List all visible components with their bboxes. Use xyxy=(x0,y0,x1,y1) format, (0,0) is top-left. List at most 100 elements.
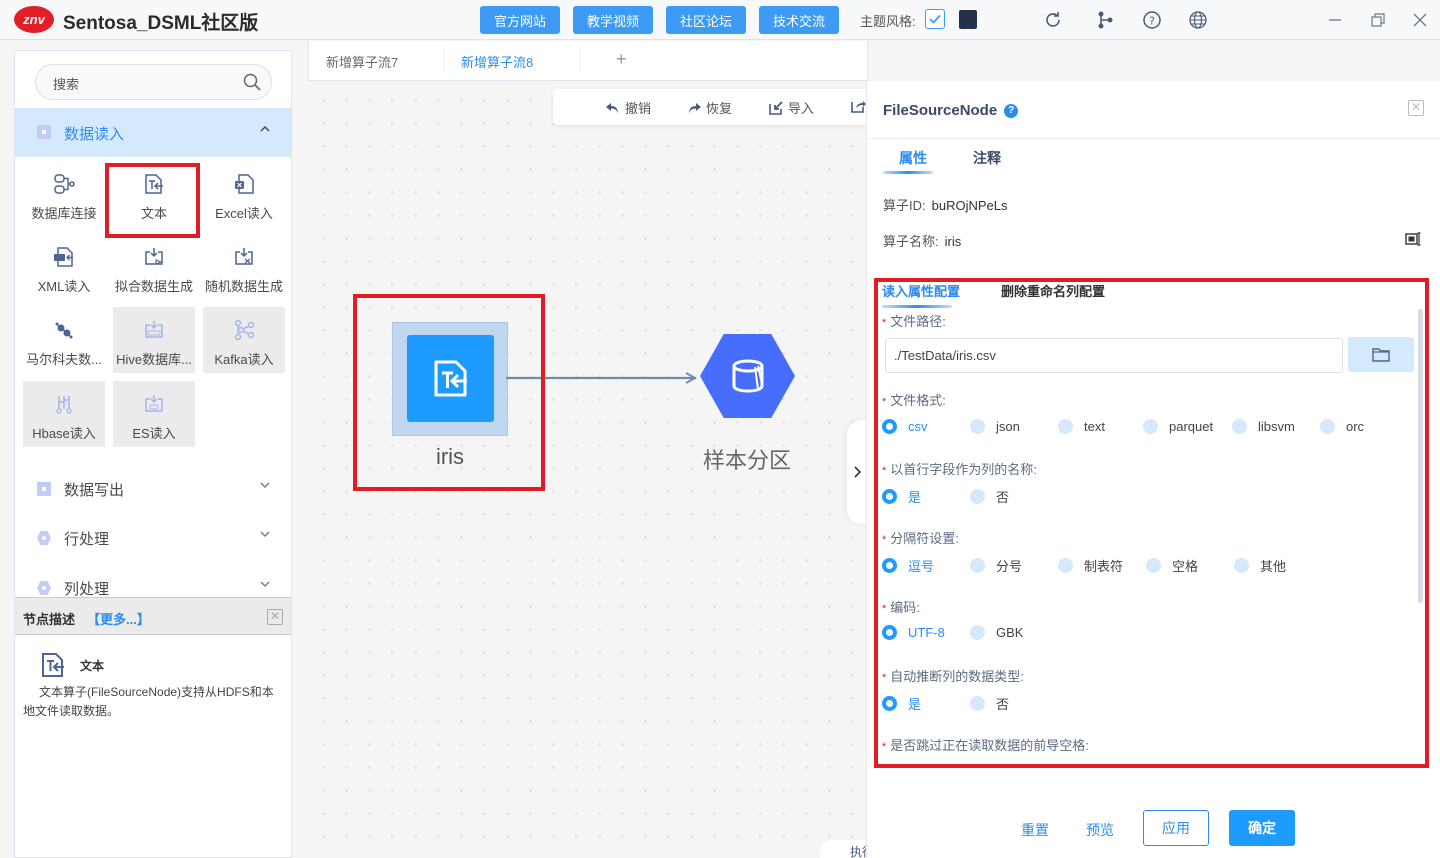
theme-label: 主题风格: xyxy=(860,14,916,29)
search-placeholder: 搜索 xyxy=(53,77,80,92)
official-site-button[interactable]: 官方网站 xyxy=(480,6,560,34)
close-window-button[interactable] xyxy=(1408,8,1432,32)
highlight-annotation xyxy=(105,163,200,238)
tab-underline xyxy=(883,171,933,174)
highlight-annotation xyxy=(874,278,1429,768)
category-icon xyxy=(37,482,51,496)
import-label: 导入 xyxy=(788,101,815,116)
operator-label: ES读入 xyxy=(132,426,176,441)
tech-exchange-button[interactable]: 技术交流 xyxy=(759,6,839,34)
tab-flow-7[interactable]: 新增算子流7 xyxy=(326,52,398,71)
app-logo: znv xyxy=(14,6,54,33)
random-data-icon xyxy=(235,248,253,265)
tutorial-video-button[interactable]: 教学视频 xyxy=(573,6,653,34)
xml-file-icon xyxy=(54,247,73,267)
node-id-label: 算子ID: xyxy=(883,198,926,213)
panel-title-text: FileSourceNode xyxy=(883,102,998,119)
description-title: 节点描述 xyxy=(23,612,76,627)
chevron-down-icon xyxy=(259,479,271,493)
import-button[interactable]: 导入 xyxy=(768,98,814,117)
es-icon xyxy=(145,395,163,412)
export-button[interactable] xyxy=(850,98,866,114)
operator-xml[interactable]: XML读入 xyxy=(23,234,105,300)
redo-icon xyxy=(689,102,701,113)
node-name-value: iris xyxy=(944,234,962,249)
description-text: 文本算子(FileSourceNode)支持从HDFS和本地文件读取数据。 xyxy=(23,685,274,718)
help-icon[interactable]: ? xyxy=(1140,8,1164,32)
category-data-input[interactable]: 数据读入 xyxy=(15,108,291,157)
divider xyxy=(867,138,1440,139)
operator-es[interactable]: ES读入 xyxy=(113,381,195,447)
undo-button[interactable]: 撤销 xyxy=(605,98,651,117)
operator-label: Hive数据库... xyxy=(116,352,192,367)
help-icon[interactable]: ? xyxy=(1004,103,1019,118)
flow-tabs: 新增算子流7 新增算子流8 + xyxy=(308,41,868,81)
community-forum-button[interactable]: 社区论坛 xyxy=(666,6,746,34)
export-icon xyxy=(851,101,866,113)
import-icon xyxy=(769,100,783,115)
highlight-annotation xyxy=(353,294,545,491)
operator-label: Hbase读入 xyxy=(32,426,96,441)
search-icon[interactable] xyxy=(243,73,261,91)
operator-database-connect[interactable]: 数据库连接 xyxy=(23,161,105,227)
operator-hive[interactable]: Hive数据库... xyxy=(113,307,195,373)
undo-icon xyxy=(606,102,618,113)
tab-properties[interactable]: 属性 xyxy=(899,148,927,168)
database-partition-icon xyxy=(732,359,763,393)
operator-random-data[interactable]: 随机数据生成 xyxy=(203,234,285,300)
category-label: 数据写出 xyxy=(64,482,125,499)
close-icon[interactable]: ✕ xyxy=(267,609,283,625)
theme-light-checkbox[interactable] xyxy=(925,9,945,29)
operator-kafka[interactable]: Kafka读入 xyxy=(203,307,285,373)
rename-icon[interactable] xyxy=(1405,231,1421,247)
tab-divider xyxy=(579,49,580,73)
node-description-header: 节点描述 【更多...】 ✕ xyxy=(15,597,291,635)
category-label: 数据读入 xyxy=(64,126,125,143)
node-id-value: buROjNPeLs xyxy=(931,198,1008,213)
undo-label: 撤销 xyxy=(625,101,652,116)
search-input[interactable]: 搜索 xyxy=(35,64,272,100)
text-file-icon xyxy=(42,653,64,677)
redo-label: 恢复 xyxy=(706,101,733,116)
category-column-processing[interactable]: 列处理 xyxy=(15,568,291,597)
close-icon[interactable]: ✕ xyxy=(1408,100,1424,116)
operator-fit-data[interactable]: 拟合数据生成 xyxy=(113,234,195,300)
category-icon xyxy=(37,581,51,595)
fit-data-icon xyxy=(145,248,163,265)
theme-dark-swatch[interactable] xyxy=(959,10,977,29)
apply-button[interactable]: 应用 xyxy=(1143,810,1209,846)
operator-label: XML读入 xyxy=(37,279,91,294)
database-connect-icon xyxy=(54,174,75,194)
minimize-button[interactable] xyxy=(1323,8,1347,32)
preview-button[interactable]: 预览 xyxy=(1086,820,1114,840)
category-label: 行处理 xyxy=(64,531,110,548)
globe-icon[interactable] xyxy=(1186,8,1210,32)
add-tab-button[interactable]: + xyxy=(616,49,627,70)
hbase-icon xyxy=(56,396,72,414)
category-icon xyxy=(37,531,51,545)
restore-button[interactable] xyxy=(1366,8,1390,32)
tab-comments[interactable]: 注释 xyxy=(973,148,1001,168)
operator-markov[interactable]: 马尔科夫数... xyxy=(23,307,105,373)
execution-tab-label[interactable]: 执行 xyxy=(850,843,866,858)
check-icon xyxy=(929,14,941,24)
chevron-up-icon xyxy=(259,123,271,137)
node-name-label: 算子名称: xyxy=(883,234,939,249)
operator-label: Excel读入 xyxy=(215,206,273,221)
category-data-output[interactable]: 数据写出 xyxy=(15,469,291,509)
operator-hbase[interactable]: Hbase读入 xyxy=(23,381,105,447)
category-row-processing[interactable]: 行处理 xyxy=(15,518,291,558)
reset-button[interactable]: 重置 xyxy=(1021,820,1049,840)
redo-button[interactable]: 恢复 xyxy=(686,98,732,117)
tab-flow-8[interactable]: 新增算子流8 xyxy=(461,52,533,71)
category-icon xyxy=(37,125,51,139)
svg-text:?: ? xyxy=(1149,15,1155,28)
branch-icon[interactable] xyxy=(1093,8,1117,32)
operator-label: 马尔科夫数... xyxy=(26,352,102,367)
refresh-icon[interactable] xyxy=(1041,8,1065,32)
operator-excel[interactable]: Excel读入 xyxy=(203,161,285,227)
confirm-button[interactable]: 确定 xyxy=(1229,810,1295,846)
more-link[interactable]: 【更多...】 xyxy=(87,609,150,628)
chevron-down-icon xyxy=(259,528,271,542)
node-name-field: 算子名称: iris xyxy=(883,231,961,250)
